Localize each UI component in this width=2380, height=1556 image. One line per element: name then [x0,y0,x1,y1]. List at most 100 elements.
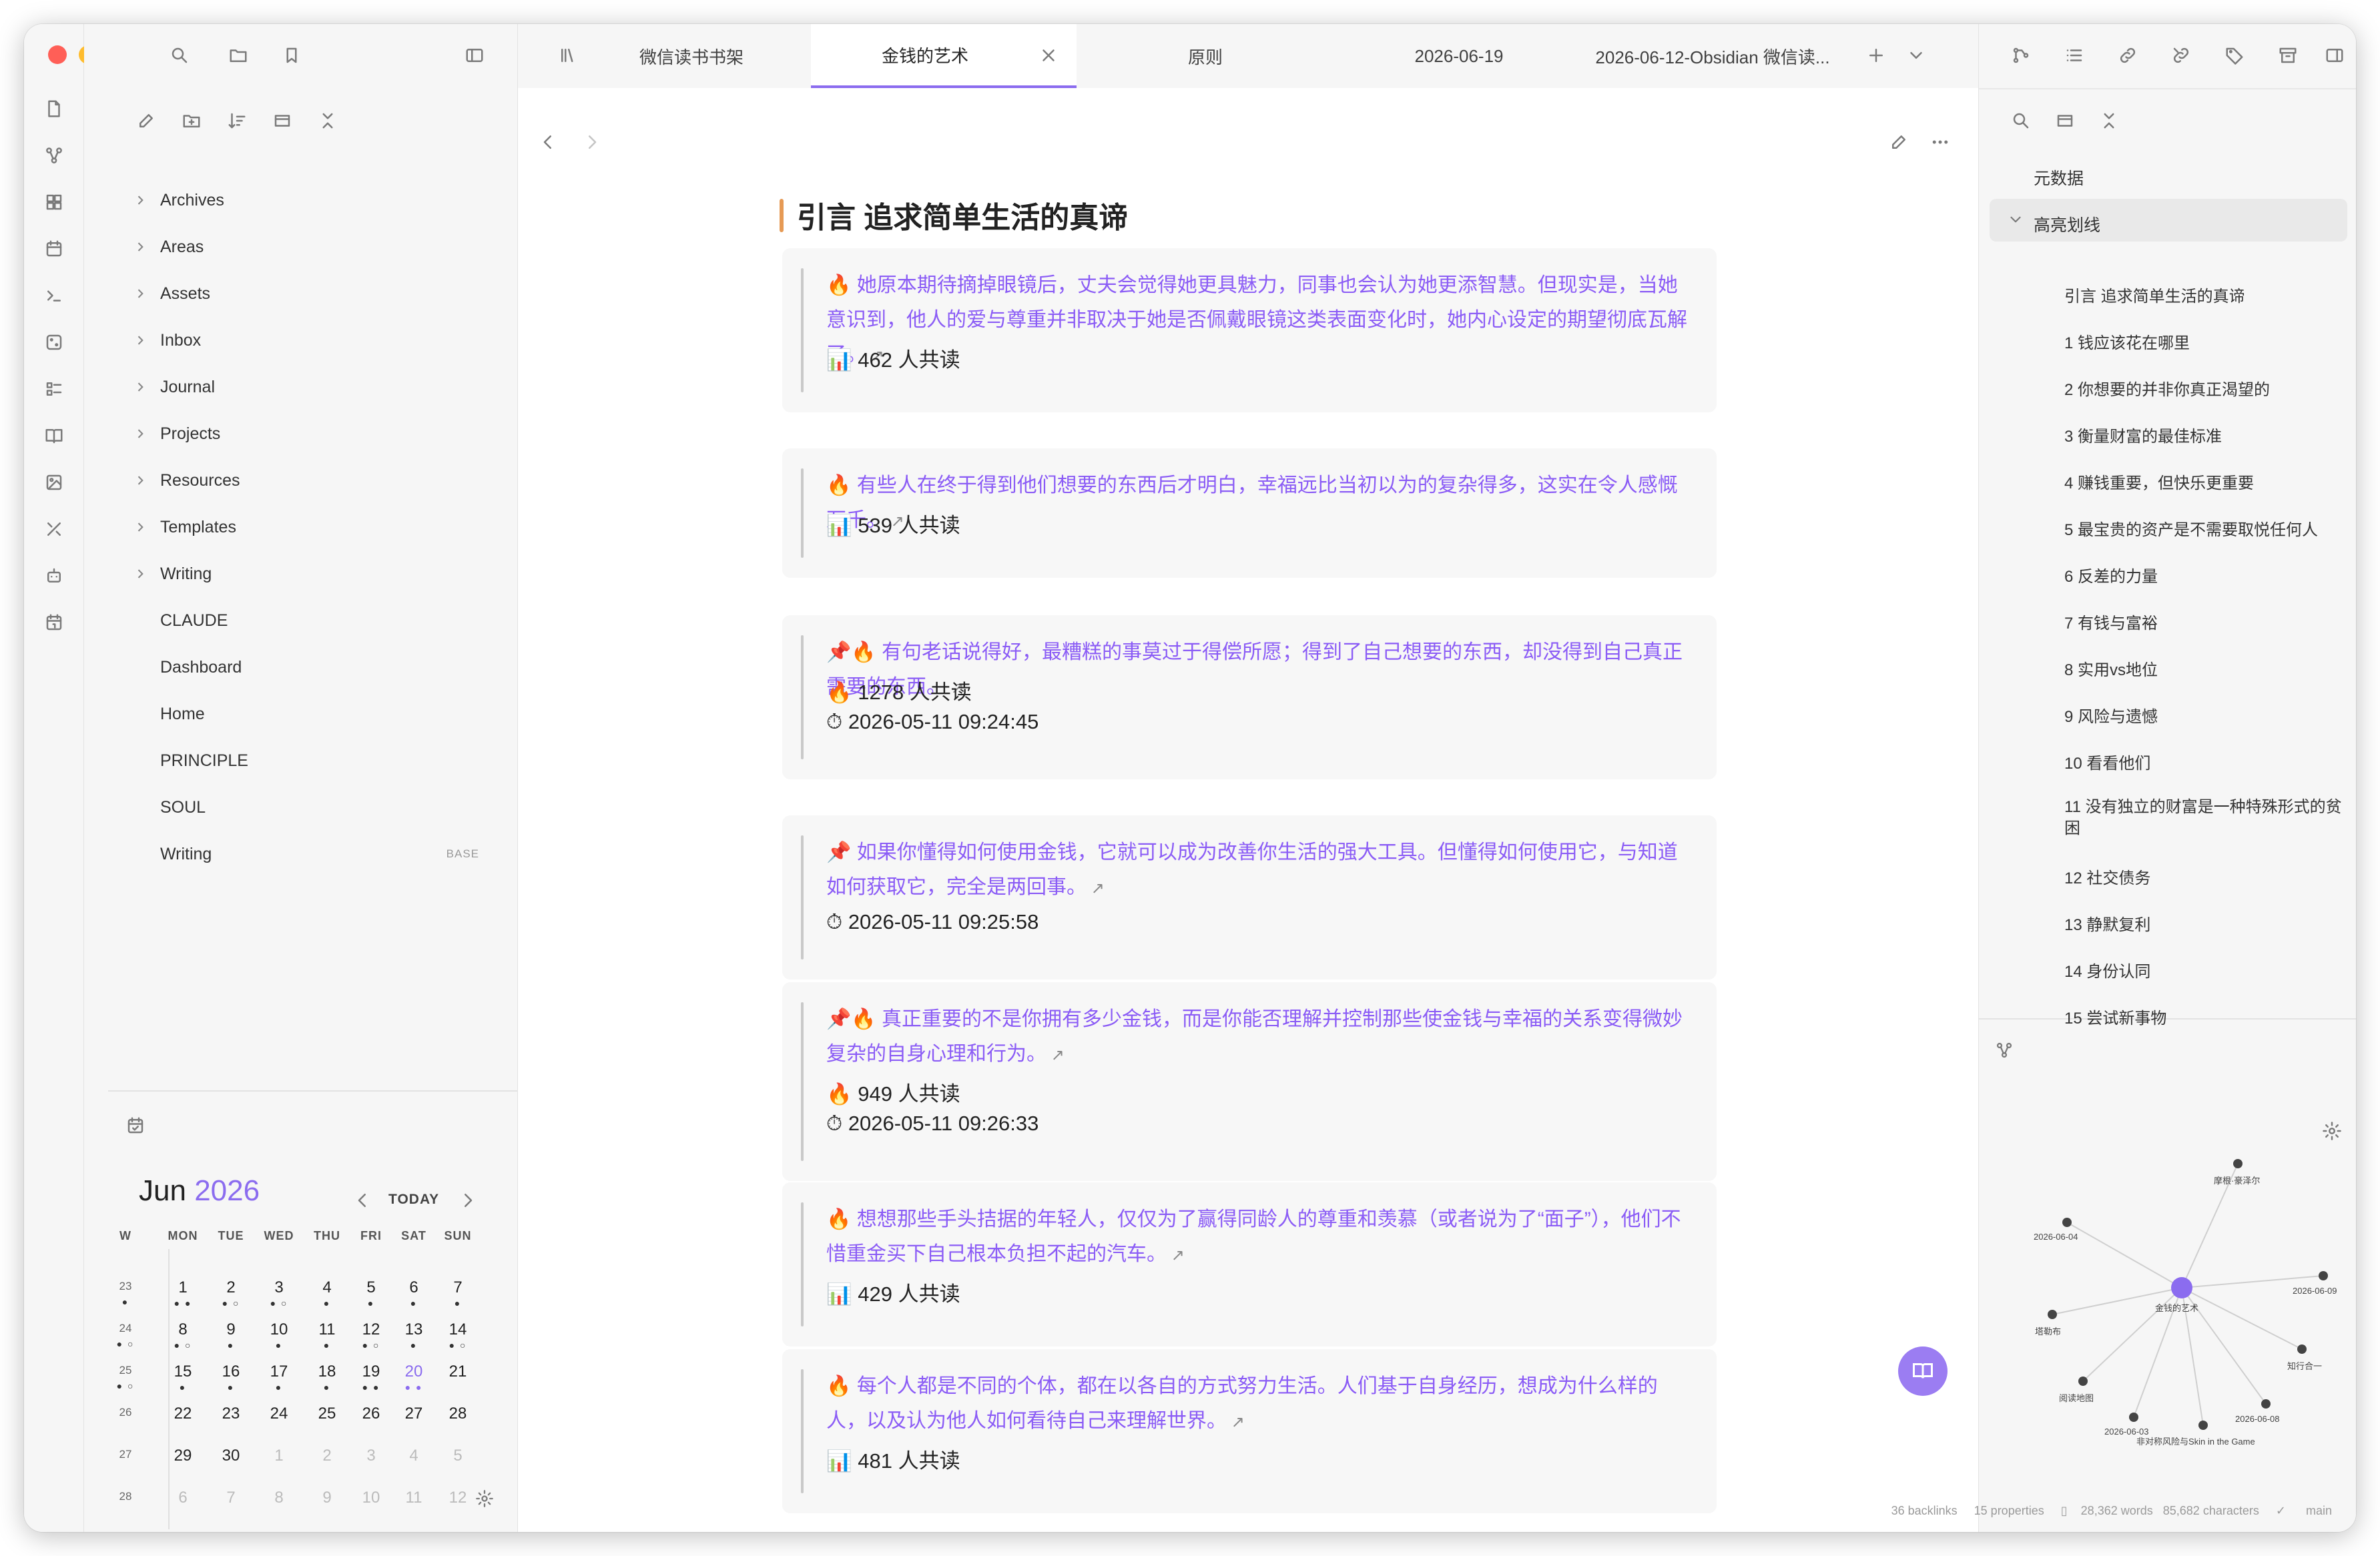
calendar-day[interactable]: 25 [303,1405,351,1423]
calendar-day[interactable]: 30 [207,1447,255,1465]
calendar-day[interactable]: 6 [159,1489,207,1507]
outline-metadata[interactable]: 元数据 [2034,165,2084,189]
outline-item[interactable]: 14 身份认同 [2064,958,2150,982]
file-dashboard[interactable]: Dashboard [84,649,511,686]
daily-note-icon[interactable] [44,613,64,633]
outline-item[interactable]: 15 尝试新事物 [2064,1005,2166,1028]
graph-node[interactable] [2048,1310,2057,1319]
right-sidebar-toggle-icon[interactable] [2325,45,2345,65]
close-tab-icon[interactable] [1038,45,1059,65]
graph-node[interactable] [2319,1271,2328,1280]
calendar-day[interactable]: 21 [434,1363,482,1381]
git-icon[interactable] [2011,45,2031,65]
calendar-day[interactable]: 7 [434,1278,482,1297]
outline-search-icon[interactable] [2011,111,2031,131]
calendar-day[interactable]: 12 [347,1320,395,1339]
external-link-icon[interactable]: ↗ [1087,879,1105,897]
graph-view-icon[interactable] [1995,1041,2014,1060]
file-writing[interactable]: Writing BASE [84,835,511,873]
week-number[interactable]: 28 [101,1490,150,1503]
collapse-all-icon[interactable] [318,111,338,131]
character-count[interactable]: 85,682 characters [2163,1504,2259,1517]
folder-assets[interactable]: Assets [84,275,511,312]
outline-item[interactable]: 8 实用vs地位 [2064,657,2158,680]
graph-node[interactable] [2078,1377,2088,1386]
tab-2026-06-19[interactable]: 2026-06-19 [1346,24,1572,88]
tag-icon[interactable] [2224,45,2245,65]
folder-resources[interactable]: Resources [84,462,511,499]
robot-icon[interactable] [44,566,64,586]
edit-icon[interactable] [1889,132,1909,152]
search-icon[interactable] [170,45,190,65]
tab-wechat-bookshelf[interactable]: 微信读书书架 [605,24,778,88]
calendar-day[interactable]: 11 [390,1489,438,1507]
calendar-day[interactable]: 8 [255,1489,303,1507]
word-count[interactable]: 28,362 words [2081,1504,2153,1517]
outline-item[interactable]: 10 看看他们 [2064,750,2150,773]
calendar-day[interactable]: 5 [347,1278,395,1297]
calendar-day[interactable]: 9 [303,1489,351,1507]
dice-icon[interactable] [44,332,64,352]
outline-item[interactable]: 11 没有独立的财富是一种特殊形式的贫困 [2064,797,2345,839]
folder-inbox[interactable]: Inbox [84,322,511,359]
calendar-day[interactable]: 27 [390,1405,438,1423]
new-tab-icon[interactable] [1866,45,1886,65]
chevron-down-icon[interactable] [2007,211,2024,228]
calendar-day[interactable]: 4 [390,1447,438,1465]
external-link-icon[interactable]: ↗ [1227,1413,1245,1431]
calendar-day[interactable]: 2 [303,1447,351,1465]
calendar-day[interactable]: 17 [255,1363,303,1381]
library-icon[interactable] [558,45,578,65]
highlight-text[interactable]: 🔥 想想那些手头拮据的年轻人，仅仅为了赢得同龄人的尊重和羡慕（或者说为了“面子”… [826,1202,1693,1273]
today-button[interactable]: TODAY [388,1192,439,1208]
tab-art-of-money[interactable]: 金钱的艺术 [811,24,1077,88]
file-icon[interactable] [44,99,64,119]
outline-item[interactable]: 5 最宝贵的资产是不需要取悦任何人 [2064,516,2318,540]
file-soul[interactable]: SOUL [84,789,511,826]
calendar-day[interactable]: 11 [303,1320,351,1339]
calendar-day[interactable]: 7 [207,1489,255,1507]
graph-icon[interactable] [44,145,64,165]
external-link-icon[interactable]: ↗ [1167,1246,1185,1264]
sidebar-toggle-icon[interactable] [465,45,485,65]
calendar-day[interactable]: 1 [159,1278,207,1297]
calendar-day[interactable]: 3 [347,1447,395,1465]
terminal-icon[interactable] [44,286,64,306]
tab-obsidian-wechat[interactable]: 2026-06-12-Obsidian 微信读... [1592,24,1833,88]
calendar-day[interactable]: 3 [255,1278,303,1297]
folder-templates[interactable]: Templates [84,508,511,546]
new-folder-icon[interactable] [182,111,202,131]
week-number[interactable]: 26 [101,1406,150,1419]
highlight-text[interactable]: 📌🔥 真正重要的不是你拥有多少金钱，而是你能否理解并控制那些使金钱与幸福的关系变… [826,1002,1693,1073]
folder-archives[interactable]: Archives [84,181,511,219]
tools-icon[interactable] [44,519,64,539]
graph-node[interactable] [2233,1159,2243,1168]
new-note-icon[interactable] [136,111,156,131]
reading-mode-button[interactable] [1898,1346,1948,1396]
file-claude[interactable]: CLAUDE [84,602,511,639]
graph-node[interactable] [2129,1413,2138,1422]
bookmark-icon[interactable] [282,45,302,65]
calendar-day[interactable]: 10 [255,1320,303,1339]
calendar-day[interactable]: 6 [390,1278,438,1297]
outline-item[interactable]: 1 钱应该花在哪里 [2064,330,2190,353]
calendar-day[interactable]: 13 [390,1320,438,1339]
outline-icon[interactable] [2064,45,2084,65]
calendar-day[interactable]: 26 [347,1405,395,1423]
outline-item[interactable]: 9 风险与遗憾 [2064,703,2158,727]
calendar-day[interactable]: 8 [159,1320,207,1339]
graph-node[interactable] [2261,1399,2271,1409]
calendar-day[interactable]: 16 [207,1363,255,1381]
list-icon[interactable] [44,379,64,399]
prev-month-icon[interactable] [352,1190,372,1210]
outgoing-links-icon[interactable] [2171,45,2191,65]
highlight-text[interactable]: 📌 如果你懂得如何使用金钱，它就可以成为改善你生活的强大工具。但懂得如何使用它，… [826,835,1693,906]
highlight-text[interactable]: 🔥 每个人都是不同的个体，都在以各自的方式努力生活。人们基于自身经历，想成为什么… [826,1369,1693,1440]
calendar-day[interactable]: 20 [390,1363,438,1381]
calendar-day[interactable]: 24 [255,1405,303,1423]
collapse-view-icon[interactable] [272,111,292,131]
calendar-day[interactable]: 4 [303,1278,351,1297]
tab-principles[interactable]: 原则 [1092,24,1319,88]
file-home[interactable]: Home [84,695,511,733]
calendar-day[interactable]: 18 [303,1363,351,1381]
